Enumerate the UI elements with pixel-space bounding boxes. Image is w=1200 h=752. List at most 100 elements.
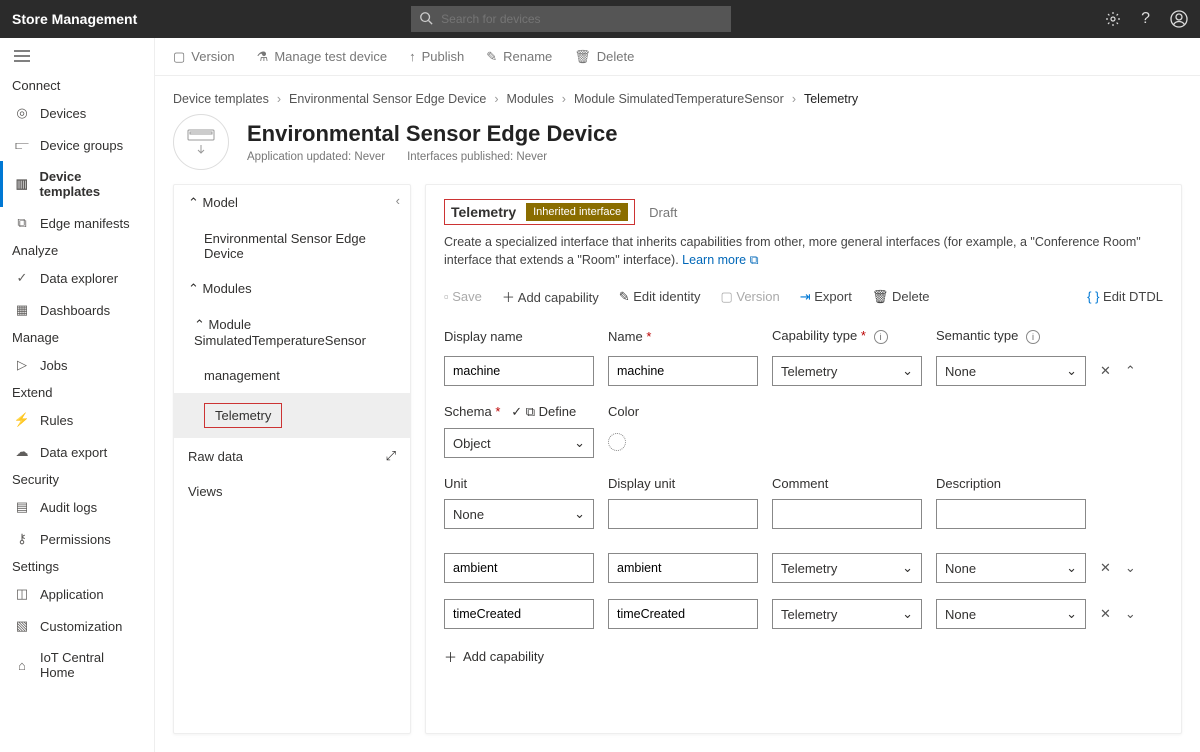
rules-icon: ⚡ xyxy=(14,412,30,428)
display-unit-input[interactable] xyxy=(608,499,758,529)
section-security: Security xyxy=(0,468,154,491)
edit-dtdl-button[interactable]: { } Edit DTDL xyxy=(1087,289,1163,304)
chevron-left-icon[interactable]: ‹ xyxy=(396,193,400,208)
sidebar-item-application[interactable]: ◫Application xyxy=(0,578,154,610)
account-icon[interactable] xyxy=(1170,10,1188,28)
chevron-down-icon: ⌄ xyxy=(902,560,913,576)
custom-icon: ▧ xyxy=(14,618,30,634)
sidebar-item-iot-home[interactable]: ⌂IoT Central Home xyxy=(0,642,154,688)
app-icon: ◫ xyxy=(14,586,30,602)
crumb-module-sim[interactable]: Module SimulatedTemperatureSensor xyxy=(574,92,784,106)
sidebar-item-customization[interactable]: ▧Customization xyxy=(0,610,154,642)
app-updated-label: Application updated: Never xyxy=(247,151,385,163)
add-capability-button[interactable]: ＋ Add capability xyxy=(502,287,599,306)
delete-button[interactable]: 🗑 Delete xyxy=(872,289,930,305)
semantic-type-select[interactable]: None⌄ xyxy=(936,599,1086,629)
sidebar-item-data-explorer[interactable]: ✓Data explorer xyxy=(0,262,154,294)
sidebar-item-device-groups[interactable]: ⫍Device groups xyxy=(0,129,154,161)
color-picker[interactable] xyxy=(608,433,626,451)
sidebar-item-jobs[interactable]: ▷Jobs xyxy=(0,349,154,381)
section-extend: Extend xyxy=(0,381,154,404)
collapse-row-icon[interactable]: ⌃ xyxy=(1125,363,1136,379)
col-display-name: Display name xyxy=(444,329,594,344)
add-capability-footer[interactable]: ＋ Add capability xyxy=(444,647,1163,666)
display-name-input[interactable] xyxy=(444,553,594,583)
sidebar-item-rules[interactable]: ⚡Rules xyxy=(0,404,154,436)
name-input[interactable] xyxy=(608,599,758,629)
expand-icon[interactable]: ⤢ xyxy=(386,448,396,464)
page-title: Environmental Sensor Edge Device xyxy=(247,121,617,147)
capability-type-select[interactable]: Telemetry⌄ xyxy=(772,599,922,629)
cmd-rename[interactable]: ✎Rename xyxy=(486,49,552,65)
sidebar-item-device-templates[interactable]: ▥Device templates xyxy=(0,161,154,207)
export-icon: ☁ xyxy=(14,444,30,460)
tree-telemetry[interactable]: Telemetry xyxy=(174,393,410,438)
sidebar-item-audit-logs[interactable]: ▤Audit logs xyxy=(0,491,154,523)
comment-input[interactable] xyxy=(772,499,922,529)
panel-description: Create a specialized interface that inhe… xyxy=(444,233,1163,269)
sidebar-item-edge-manifests[interactable]: ⧉Edge manifests xyxy=(0,207,154,239)
panel-title: Telemetry xyxy=(451,204,516,220)
version-button[interactable]: ▢ Version xyxy=(720,289,779,305)
hamburger-icon[interactable] xyxy=(0,44,154,74)
tree-module-sim[interactable]: ⌃ Module SimulatedTemperatureSensor xyxy=(174,307,410,358)
tree-raw-data[interactable]: Raw data⤢ xyxy=(174,438,410,474)
unit-select[interactable]: None⌄ xyxy=(444,499,594,529)
expand-row-icon[interactable]: ⌄ xyxy=(1125,606,1136,622)
display-name-input[interactable] xyxy=(444,599,594,629)
save-button[interactable]: ▫ Save xyxy=(444,289,482,304)
remove-row-icon[interactable]: ✕ xyxy=(1100,606,1111,622)
semantic-type-select[interactable]: None⌄ xyxy=(936,356,1086,386)
cmd-manage-test-device[interactable]: ⚗Manage test device xyxy=(257,49,387,65)
name-input[interactable] xyxy=(608,553,758,583)
cmd-version[interactable]: ▢Version xyxy=(173,49,235,65)
export-button[interactable]: ⇥ Export xyxy=(800,289,852,305)
globe-icon: ◎ xyxy=(14,105,30,121)
rename-icon: ✎ xyxy=(486,49,497,65)
info-icon[interactable]: i xyxy=(1026,330,1040,344)
comment-label: Comment xyxy=(772,476,922,491)
section-settings: Settings xyxy=(0,555,154,578)
sidebar-item-permissions[interactable]: ⚷Permissions xyxy=(0,523,154,555)
cmd-publish[interactable]: ↑Publish xyxy=(409,49,464,64)
semantic-type-select[interactable]: None⌄ xyxy=(936,553,1086,583)
display-name-input[interactable] xyxy=(444,356,594,386)
sidebar-item-data-export[interactable]: ☁Data export xyxy=(0,436,154,468)
breadcrumb: Device templates› Environmental Sensor E… xyxy=(155,76,1200,110)
crumb-modules[interactable]: Modules xyxy=(507,92,554,106)
crumb-device-templates[interactable]: Device templates xyxy=(173,92,269,106)
help-icon[interactable]: ? xyxy=(1141,10,1150,28)
draft-label: Draft xyxy=(649,205,677,220)
remove-row-icon[interactable]: ✕ xyxy=(1100,363,1111,379)
tree-management[interactable]: management xyxy=(174,358,410,393)
key-icon: ⚷ xyxy=(14,531,30,547)
tree-env-sensor[interactable]: Environmental Sensor Edge Device xyxy=(174,221,410,271)
sidebar-item-devices[interactable]: ◎Devices xyxy=(0,97,154,129)
description-input[interactable] xyxy=(936,499,1086,529)
cmd-delete[interactable]: 🗑Delete xyxy=(574,49,634,65)
search-input[interactable] xyxy=(411,6,731,32)
chevron-down-icon: ⌄ xyxy=(574,506,585,522)
col-name: Name * xyxy=(608,329,758,344)
info-icon[interactable]: i xyxy=(874,330,888,344)
publish-icon: ↑ xyxy=(409,49,416,64)
sidebar: Connect ◎Devices ⫍Device groups ▥Device … xyxy=(0,38,155,752)
section-manage: Manage xyxy=(0,326,154,349)
expand-row-icon[interactable]: ⌄ xyxy=(1125,560,1136,576)
chevron-down-icon: ⌄ xyxy=(902,363,913,379)
tree-modules[interactable]: ⌃ Modules xyxy=(174,271,410,307)
capability-type-select[interactable]: Telemetry⌄ xyxy=(772,356,922,386)
gear-icon[interactable] xyxy=(1105,11,1121,27)
name-input[interactable] xyxy=(608,356,758,386)
learn-more-link[interactable]: Learn more ⧉ xyxy=(682,253,758,267)
app-title: Store Management xyxy=(12,11,137,27)
schema-select[interactable]: Object⌄ xyxy=(444,428,594,458)
crumb-env-sensor[interactable]: Environmental Sensor Edge Device xyxy=(289,92,486,106)
tree-model[interactable]: ⌃ Model xyxy=(174,185,410,221)
tree-views[interactable]: Views xyxy=(174,474,410,509)
sidebar-item-dashboards[interactable]: ▦Dashboards xyxy=(0,294,154,326)
edit-identity-button[interactable]: ✎ Edit identity xyxy=(619,289,701,305)
chart-icon: ⫍ xyxy=(14,137,30,153)
capability-type-select[interactable]: Telemetry⌄ xyxy=(772,553,922,583)
remove-row-icon[interactable]: ✕ xyxy=(1100,560,1111,576)
